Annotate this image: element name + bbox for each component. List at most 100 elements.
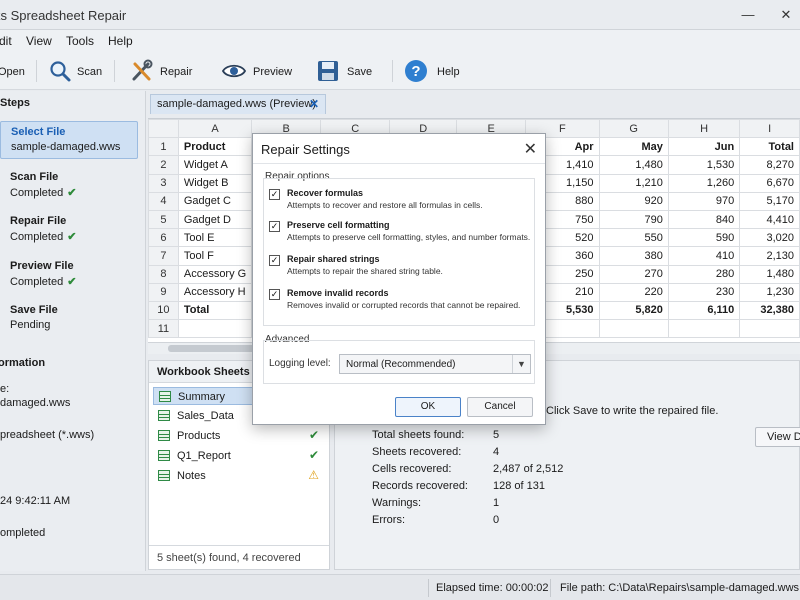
column-header-i[interactable]: I	[739, 119, 800, 139]
cell-g[interactable]	[598, 319, 669, 339]
cell-i[interactable]: 4,410	[739, 209, 800, 230]
menu-help[interactable]: Help	[108, 34, 133, 48]
cell-g[interactable]: 550	[598, 228, 669, 248]
row-header[interactable]: 3	[148, 173, 179, 193]
cell-i[interactable]	[739, 319, 800, 339]
column-header-g[interactable]: G	[598, 119, 669, 139]
cell-a[interactable]: Product	[177, 137, 253, 157]
row-header[interactable]: 7	[148, 246, 179, 266]
row-header[interactable]: 6	[148, 228, 179, 248]
ok-button[interactable]: OK	[395, 397, 461, 417]
cell-a[interactable]	[177, 319, 253, 339]
save-button[interactable]: Save	[316, 56, 376, 86]
cell-g[interactable]: 790	[598, 209, 669, 230]
cell-h[interactable]: 590	[667, 228, 741, 248]
cell-i[interactable]: 6,670	[739, 173, 800, 193]
help-button[interactable]: ? Help	[404, 56, 462, 86]
step-save-file[interactable]: Save File Pending	[0, 304, 138, 336]
cell-i[interactable]: Total	[739, 137, 800, 157]
row-header[interactable]: 8	[148, 264, 179, 284]
cell-g[interactable]: 220	[598, 282, 669, 302]
cell-i[interactable]: 32,380	[739, 300, 800, 321]
close-icon[interactable]: ✕	[309, 97, 319, 111]
row-header[interactable]: 9	[148, 282, 179, 302]
option-repair-shared-strings[interactable]: ✓ Repair shared strings Attempts to repa…	[269, 254, 537, 280]
cell-g[interactable]: 270	[598, 264, 669, 284]
row-header[interactable]: 1	[148, 137, 179, 157]
menu-view[interactable]: View	[26, 34, 52, 48]
column-header-a[interactable]: A	[177, 119, 253, 139]
toolbar-separator	[392, 60, 393, 82]
cell-i[interactable]: 8,270	[739, 155, 800, 175]
cell-i[interactable]: 3,020	[739, 228, 800, 248]
row-header[interactable]: 5	[148, 209, 179, 230]
cell-a[interactable]: Tool E	[177, 228, 253, 248]
step-preview-file[interactable]: Preview File Completed ✔	[0, 260, 138, 292]
checkbox[interactable]: ✓	[269, 221, 280, 232]
cell-h[interactable]	[667, 319, 741, 339]
toolbar: Open Scan Repair Preview Save ? Help	[0, 52, 800, 90]
option-recover-formulas[interactable]: ✓ Recover formulas Attempts to recover a…	[269, 188, 537, 214]
cell-h[interactable]: 6,110	[667, 300, 741, 321]
cell-a[interactable]: Gadget C	[177, 191, 253, 211]
minimize-button[interactable]: —	[738, 5, 758, 25]
sheet-item-q1-report[interactable]: Q1_Report ✔	[153, 447, 325, 465]
cell-g[interactable]: 1,210	[598, 173, 669, 193]
open-button[interactable]: Open	[0, 56, 34, 86]
preview-button[interactable]: Preview	[222, 56, 296, 86]
repair-button[interactable]: Repair	[130, 56, 196, 86]
cell-a[interactable]: Gadget D	[177, 209, 253, 230]
close-icon[interactable]: ✕	[524, 139, 537, 159]
sheets-footer: 5 sheet(s) found, 4 recovered	[149, 545, 329, 569]
checkbox[interactable]: ✓	[269, 189, 280, 200]
cell-h[interactable]: 970	[667, 191, 741, 211]
checkbox[interactable]: ✓	[269, 289, 280, 300]
cell-g[interactable]: 380	[598, 246, 669, 266]
cell-g[interactable]: 1,480	[598, 155, 669, 175]
cell-a[interactable]: Accessory H	[177, 282, 253, 302]
cell-h[interactable]: 840	[667, 209, 741, 230]
step-repair-file[interactable]: Repair File Completed ✔	[0, 215, 138, 247]
row-header[interactable]: 2	[148, 155, 179, 175]
summary-label: Records recovered:	[372, 480, 468, 492]
logging-level-select[interactable]: Normal (Recommended) ▼	[339, 354, 531, 374]
checkbox[interactable]: ✓	[269, 255, 280, 266]
sheet-item-products[interactable]: Products ✔	[153, 427, 325, 445]
cell-a[interactable]: Total	[177, 300, 253, 321]
cell-i[interactable]: 5,170	[739, 191, 800, 211]
document-tab[interactable]: sample-damaged.wws (Preview) ✕	[150, 94, 326, 114]
cell-h[interactable]: 230	[667, 282, 741, 302]
sheet-item-notes[interactable]: Notes ⚠	[153, 467, 325, 485]
cell-a[interactable]: Widget A	[177, 155, 253, 175]
close-window-button[interactable]: ✕	[776, 5, 796, 25]
cell-h[interactable]: 410	[667, 246, 741, 266]
corner-cell[interactable]	[148, 119, 179, 139]
sheet-icon	[158, 470, 170, 481]
cell-a[interactable]: Widget B	[177, 173, 253, 193]
step-scan-file[interactable]: Scan File Completed ✔	[0, 171, 138, 203]
cell-h[interactable]: 1,530	[667, 155, 741, 175]
option-remove-invalid-records[interactable]: ✓ Remove invalid records Removes invalid…	[269, 288, 537, 314]
row-header[interactable]: 11	[148, 319, 179, 339]
cell-i[interactable]: 1,230	[739, 282, 800, 302]
cell-g[interactable]: 5,820	[598, 300, 669, 321]
cancel-button[interactable]: Cancel	[467, 397, 533, 417]
cell-h[interactable]: 280	[667, 264, 741, 284]
column-header-h[interactable]: H	[667, 119, 741, 139]
cell-i[interactable]: 2,130	[739, 246, 800, 266]
step-select-file[interactable]: Select File sample-damaged.wws	[0, 121, 138, 159]
cell-g[interactable]: May	[598, 137, 669, 157]
menu-tools[interactable]: Tools	[66, 34, 94, 48]
cell-a[interactable]: Tool F	[177, 246, 253, 266]
menu-edit[interactable]: dit	[0, 34, 12, 48]
cell-h[interactable]: Jun	[667, 137, 741, 157]
row-header[interactable]: 10	[148, 300, 179, 321]
cell-g[interactable]: 920	[598, 191, 669, 211]
option-preserve-formatting[interactable]: ✓ Preserve cell formatting Attempts to p…	[269, 220, 537, 246]
scan-button[interactable]: Scan	[48, 56, 104, 86]
cell-a[interactable]: Accessory G	[177, 264, 253, 284]
cell-h[interactable]: 1,260	[667, 173, 741, 193]
row-header[interactable]: 4	[148, 191, 179, 211]
view-details-button[interactable]: View De	[755, 427, 800, 447]
cell-i[interactable]: 1,480	[739, 264, 800, 284]
